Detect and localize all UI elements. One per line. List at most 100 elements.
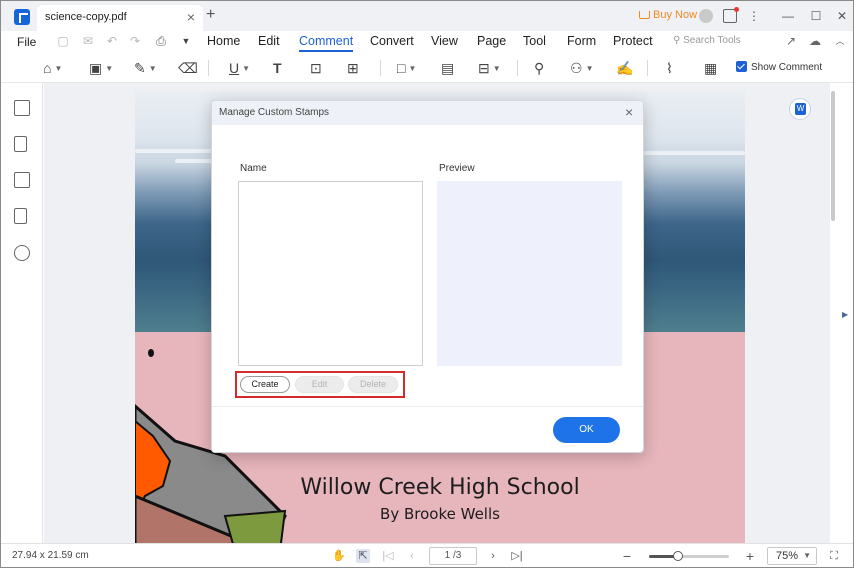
dialog-header: Manage Custom Stamps × (212, 101, 643, 125)
page-number-input[interactable]: 1 /3 (429, 547, 477, 565)
stamp-tool[interactable]: ⚲ (534, 58, 544, 78)
select-tool-icon[interactable]: ⇱ (356, 549, 370, 563)
bookmark-icon[interactable] (14, 136, 27, 152)
zoom-in-icon[interactable]: + (743, 549, 757, 563)
stamp-name-list[interactable] (238, 181, 423, 366)
show-comment-checkbox[interactable]: Show Comment (736, 61, 822, 73)
name-label: Name (240, 163, 267, 174)
delete-button[interactable]: Delete (348, 376, 398, 393)
create-button[interactable]: Create (240, 376, 290, 393)
cloud-upload-icon[interactable]: ☁ (808, 34, 822, 48)
paperclip-icon: ⌇ (666, 60, 673, 76)
toolbar-divider (208, 60, 209, 76)
shape-tool[interactable]: □ ▼ (397, 58, 416, 78)
search-icon[interactable] (14, 245, 30, 261)
dialog-close-icon[interactable]: × (625, 104, 633, 120)
stamp-preview-area (437, 181, 622, 366)
area-highlight-tool[interactable]: ▣ ▼ (89, 58, 113, 78)
text-callout-tool[interactable]: ⊞ (347, 58, 359, 78)
menu-tool[interactable]: Tool (523, 34, 546, 48)
pencil-tool[interactable]: ✎ ▼ (134, 58, 157, 78)
fit-page-icon[interactable]: ⛶ (827, 549, 841, 563)
document-tab[interactable]: science-copy.pdf × (37, 5, 203, 31)
comments-panel-icon[interactable] (14, 172, 30, 188)
sign-tool[interactable]: ✍ (616, 58, 633, 78)
menu-view[interactable]: View (431, 34, 458, 48)
ok-button[interactable]: OK (553, 417, 620, 443)
toolbar-divider (380, 60, 381, 76)
eraser-icon: ⌫ (178, 60, 198, 76)
previous-page-icon[interactable]: ‹ (405, 549, 419, 563)
tab-close-icon[interactable]: × (187, 10, 195, 24)
more-options-icon[interactable]: ⋮ (747, 9, 761, 23)
zoom-slider-knob[interactable] (673, 551, 683, 561)
edit-button[interactable]: Edit (295, 376, 344, 393)
menu-edit[interactable]: Edit (258, 34, 280, 48)
menu-form[interactable]: Form (567, 34, 596, 48)
eraser-tool[interactable]: ⌫ (178, 58, 198, 78)
menu-page[interactable]: Page (477, 34, 506, 48)
window-close-icon[interactable]: ✕ (835, 9, 849, 23)
collapse-ribbon-icon[interactable]: ︿ (833, 34, 847, 48)
share-icon[interactable]: ↗ (784, 34, 798, 48)
signature-tool[interactable]: ⚇ ▼ (570, 58, 593, 78)
convert-to-word-icon[interactable] (789, 98, 811, 120)
next-page-icon[interactable]: › (486, 549, 500, 563)
last-page-icon[interactable]: ▷| (510, 549, 524, 563)
left-sidebar (1, 83, 43, 543)
toolbar-divider (517, 60, 518, 76)
expand-right-panel-icon[interactable]: ▶ (842, 310, 848, 319)
search-tools-icon: ⚲ (673, 35, 684, 46)
buy-now-button[interactable]: Buy Now (639, 9, 697, 21)
hand-tool-icon[interactable]: ✋ (332, 549, 346, 563)
attachment-tool[interactable]: ⌇ (666, 58, 673, 78)
minimize-icon[interactable]: — (781, 9, 795, 23)
menu-convert[interactable]: Convert (370, 34, 414, 48)
avatar[interactable] (699, 9, 713, 23)
status-bar: 27.94 x 21.59 cm ✋ ⇱ |◁ ‹ 1 /3 › ▷| − + … (1, 543, 853, 567)
text-tool[interactable]: T (273, 58, 282, 78)
sticky-note-tool[interactable]: ▤ (441, 58, 454, 78)
toolbar-divider (647, 60, 648, 76)
mail-icon[interactable]: ✉ (81, 34, 95, 48)
app-window: science-copy.pdf × + Buy Now ⋮ — ☐ ✕ Fil… (0, 0, 854, 568)
measure-icon: ⊟ (478, 60, 490, 76)
first-page-icon[interactable]: |◁ (381, 549, 395, 563)
textbox-tool[interactable]: ⊡ (310, 58, 322, 78)
quick-access-dropdown-icon[interactable]: ▼ (179, 34, 193, 48)
zoom-out-icon[interactable]: − (620, 549, 634, 563)
maximize-icon[interactable]: ☐ (809, 9, 823, 23)
search-tools-placeholder: Search Tools (683, 35, 741, 46)
signature-icon: ⚇ (570, 60, 583, 76)
menu-bar: File ▢ ✉ ↶ ↷ ⎙ ▼ Home Edit Comment Conve… (1, 31, 853, 53)
page-dimensions: 27.94 x 21.59 cm (12, 550, 89, 561)
buy-now-label: Buy Now (653, 9, 698, 21)
underline-tool[interactable]: U ▼ (229, 58, 250, 78)
attachments-panel-icon[interactable] (14, 208, 27, 224)
undo-icon[interactable]: ↶ (105, 34, 119, 48)
highlight-icon: ⌂ (43, 60, 52, 76)
new-tab-icon[interactable]: + (206, 7, 215, 23)
zoom-level-dropdown[interactable]: 75% ▼ (767, 547, 817, 565)
comment-list-icon: ▦ (704, 60, 718, 76)
highlight-tool[interactable]: ⌂ ▼ (43, 58, 62, 78)
chevron-down-icon: ▼ (492, 64, 501, 73)
menu-comment[interactable]: Comment (299, 34, 354, 52)
notification-icon[interactable] (723, 7, 739, 23)
scrollbar-thumb[interactable] (831, 91, 835, 221)
redo-icon[interactable]: ↷ (128, 34, 142, 48)
thumbnails-icon[interactable] (14, 100, 30, 116)
menu-protect[interactable]: Protect (613, 34, 653, 48)
search-tools-input[interactable]: ⚲ Search Tools (673, 35, 741, 46)
measure-tool[interactable]: ⊟ ▼ (478, 58, 501, 78)
menu-file[interactable]: File (17, 35, 36, 49)
app-logo-icon (14, 9, 30, 25)
tab-label: science-copy.pdf (45, 11, 127, 23)
comment-list-tool[interactable]: ▦ (704, 58, 717, 78)
dialog-title: Manage Custom Stamps (219, 107, 330, 118)
text-icon: T (273, 60, 282, 76)
save-icon[interactable]: ▢ (56, 34, 70, 48)
textbox-icon: ⊡ (310, 60, 322, 76)
print-icon[interactable]: ⎙ (154, 34, 168, 48)
menu-home[interactable]: Home (207, 34, 240, 48)
